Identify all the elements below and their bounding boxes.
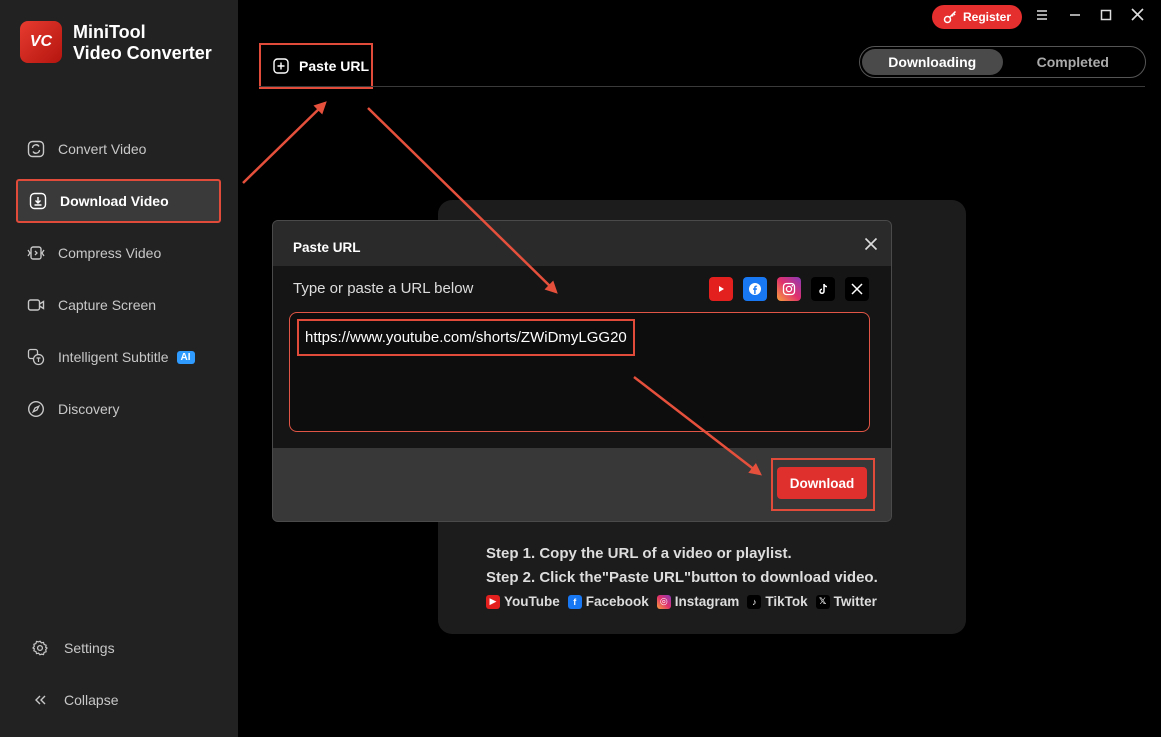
key-icon [943, 10, 957, 24]
close-icon [864, 237, 878, 256]
collapse-label: Collapse [64, 692, 119, 708]
dialog-title: Paste URL [293, 240, 361, 255]
sidebar-item-compress-video[interactable]: Compress Video [16, 231, 221, 275]
minimize-icon [1069, 8, 1081, 26]
help-steps: Step 1. Copy the URL of a video or playl… [486, 542, 878, 590]
sidebar-item-label: Discovery [58, 401, 120, 417]
paste-url-dialog: Paste URL Type or paste a URL below http… [272, 220, 892, 522]
paste-url-label: Paste URL [299, 58, 370, 74]
app-title: MiniTool Video Converter [73, 22, 212, 64]
toolbar-divider [259, 86, 1145, 87]
platform-label: Facebook [585, 594, 649, 609]
tiktok-icon [811, 277, 835, 301]
convert-icon [26, 139, 46, 159]
settings-button[interactable]: Settings [30, 633, 210, 663]
hamburger-icon [1036, 8, 1048, 26]
platform-label: YouTube [504, 594, 560, 609]
platform-label: Instagram [674, 594, 740, 609]
sidebar-item-label: Intelligent Subtitle [58, 349, 169, 365]
compass-icon [26, 399, 46, 419]
tiktok-icon: ♪ [747, 594, 762, 609]
menu-button[interactable] [1031, 6, 1053, 28]
download-button[interactable]: Download [777, 467, 867, 499]
ai-badge: AI [176, 350, 195, 364]
url-input-value[interactable]: https://www.youtube.com/shorts/ZWiDmyLGG… [297, 319, 635, 356]
facebook-icon [743, 277, 767, 301]
dialog-header [273, 221, 891, 266]
facebook-icon: f [567, 594, 582, 609]
youtube-icon: ▶ [486, 594, 500, 609]
maximize-icon [1100, 8, 1112, 26]
platform-twitter: 𝕏 Twitter [815, 594, 877, 609]
instagram-icon [777, 277, 801, 301]
gear-icon [30, 640, 50, 656]
sidebar-item-label: Capture Screen [58, 297, 157, 313]
compress-icon [26, 243, 46, 263]
sidebar-item-intelligent-subtitle[interactable]: Intelligent Subtitle AI [16, 335, 221, 379]
instagram-icon: ◎ [656, 594, 671, 609]
platform-label: Twitter [833, 594, 877, 609]
subtitle-icon [26, 347, 46, 367]
platform-tiktok: ♪ TikTok [747, 594, 808, 609]
youtube-icon [709, 277, 733, 301]
arrow-to-paste-url [242, 101, 327, 184]
help-step-1: Step 1. Copy the URL of a video or playl… [486, 545, 792, 562]
close-icon [1130, 8, 1144, 26]
maximize-button[interactable] [1095, 6, 1117, 28]
dialog-close-button[interactable] [861, 236, 881, 256]
minimize-button[interactable] [1064, 6, 1086, 28]
settings-label: Settings [64, 640, 115, 656]
paste-url-button[interactable]: Paste URL [259, 43, 373, 89]
sidebar-item-label: Compress Video [58, 245, 162, 261]
platform-label: TikTok [765, 594, 808, 609]
double-chevron-left-icon [30, 693, 50, 707]
download-tabs: Downloading Completed [859, 46, 1146, 78]
sidebar-item-capture-screen[interactable]: Capture Screen [16, 283, 221, 327]
close-window-button[interactable] [1126, 6, 1148, 28]
camera-icon [26, 295, 46, 315]
sidebar-item-convert-video[interactable]: Convert Video [16, 127, 221, 171]
platform-instagram: ◎ Instagram [656, 594, 740, 609]
x-icon: 𝕏 [815, 594, 830, 609]
sidebar-item-download-video[interactable]: Download Video [16, 179, 221, 223]
register-button[interactable]: Register [932, 5, 1022, 29]
sidebar: VC MiniTool Video Converter Convert Vide… [0, 0, 238, 737]
platform-facebook: f Facebook [567, 594, 649, 609]
tab-downloading[interactable]: Downloading [862, 49, 1003, 75]
help-step-2: Step 2. Click the"Paste URL"button to do… [486, 569, 878, 586]
app-title-line1: MiniTool [73, 22, 146, 42]
plus-square-icon [273, 58, 289, 74]
sidebar-item-label: Convert Video [58, 141, 147, 157]
sidebar-item-label: Download Video [60, 193, 169, 209]
app-title-line2: Video Converter [73, 43, 212, 63]
supported-platforms: ▶ YouTube f Facebook ◎ Instagram ♪ TikTo… [486, 594, 885, 609]
x-icon [845, 277, 869, 301]
dialog-instruction: Type or paste a URL below [293, 280, 474, 297]
register-label: Register [962, 10, 1012, 24]
logo-letters: VC [29, 33, 53, 50]
collapse-button[interactable]: Collapse [30, 685, 210, 715]
download-icon [28, 191, 48, 211]
app-logo: VC [20, 21, 62, 63]
sidebar-item-discovery[interactable]: Discovery [16, 387, 221, 431]
tab-completed[interactable]: Completed [1003, 49, 1144, 75]
platform-youtube: ▶ YouTube [486, 594, 560, 609]
